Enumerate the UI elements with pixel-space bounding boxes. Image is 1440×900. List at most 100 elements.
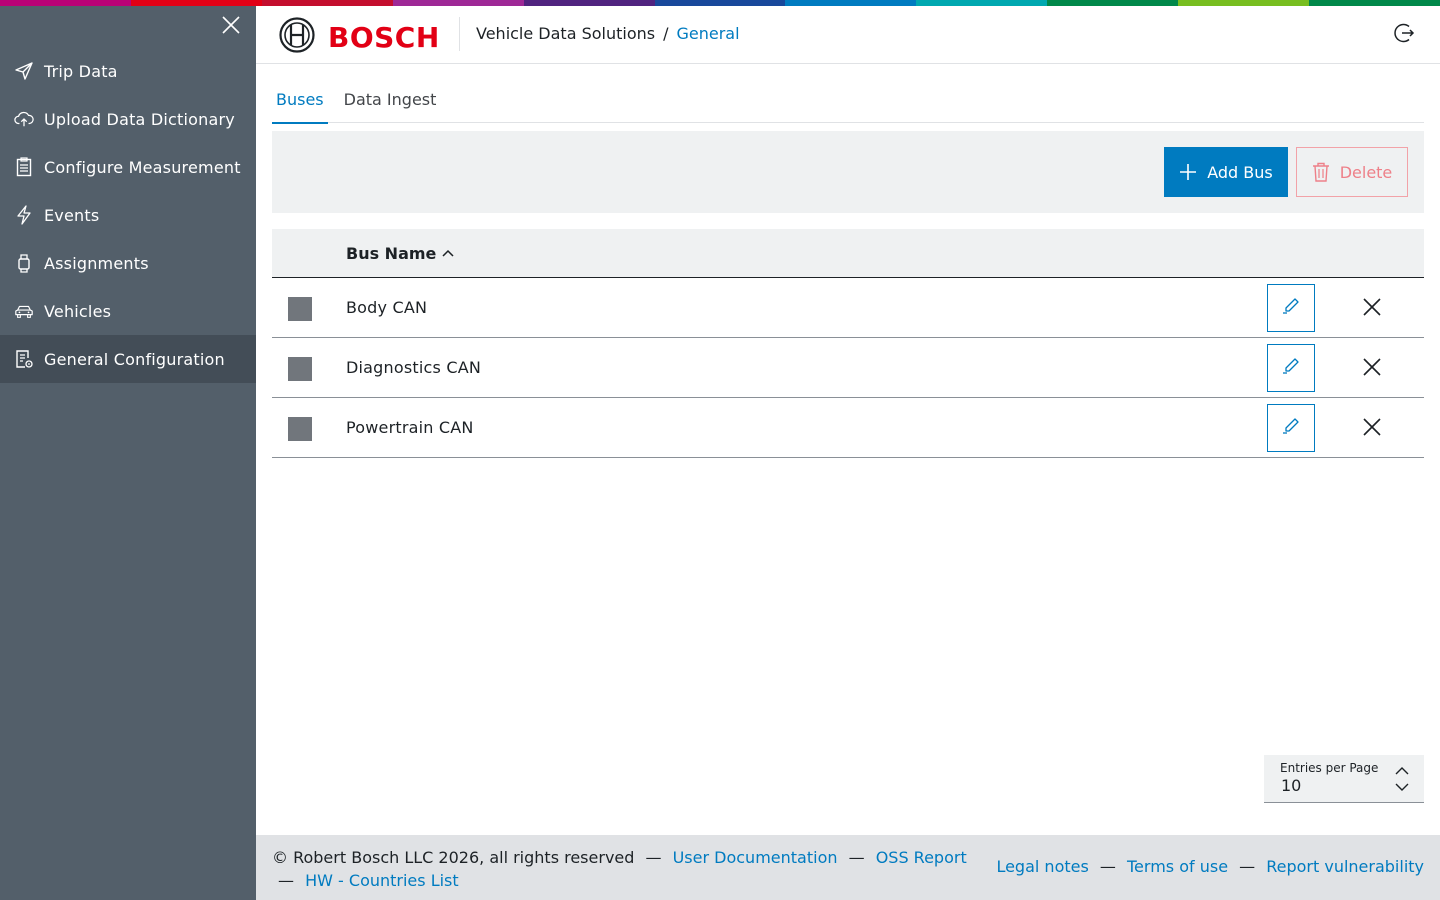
color-strip-segment [1309, 0, 1440, 6]
remove-row-button[interactable] [1348, 404, 1396, 452]
sort-ascending-icon [442, 249, 454, 257]
close-icon [1363, 357, 1381, 379]
sidebar-item-label: Upload Data Dictionary [44, 109, 235, 129]
entries-per-page-select[interactable]: Entries per Page 10 [1264, 755, 1424, 803]
color-strip-segment [1178, 0, 1310, 6]
footer-separator: — [848, 848, 865, 867]
sidebar-item-events[interactable]: Events [0, 191, 256, 239]
color-strip-segment [261, 0, 393, 6]
add-bus-button[interactable]: Add Bus [1164, 147, 1288, 197]
delete-button[interactable]: Delete [1296, 147, 1408, 197]
breadcrumb: Vehicle Data Solutions / General [476, 24, 740, 43]
row-checkbox[interactable] [288, 297, 312, 321]
tab-bar: Buses Data Ingest [272, 80, 1424, 124]
bosch-logo[interactable]: BOSCH [279, 17, 440, 57]
color-strip-segment [130, 0, 262, 6]
edit-button[interactable] [1267, 344, 1315, 392]
report-vulnerability-link[interactable]: Report vulnerability [1266, 857, 1424, 876]
pencil-icon [1282, 417, 1300, 439]
pencil-icon [1282, 357, 1300, 379]
legal-notes-link[interactable]: Legal notes [996, 857, 1088, 876]
bus-table: Bus Name Body CAN Diagnostics CAN Powert… [272, 229, 1424, 458]
edit-button[interactable] [1267, 404, 1315, 452]
bus-name-cell: Body CAN [346, 298, 428, 317]
document-settings-icon [14, 349, 34, 369]
brand-color-strip [0, 0, 1440, 6]
sidebar-item-configure-measurement[interactable]: Configure Measurement [0, 143, 256, 191]
color-strip-segment [1047, 0, 1179, 6]
table-header: Bus Name [272, 229, 1424, 278]
close-icon [1363, 417, 1381, 439]
tab-data-ingest[interactable]: Data Ingest [340, 80, 441, 123]
table-toolbar: Add Bus Delete [272, 131, 1424, 213]
terms-of-use-link[interactable]: Terms of use [1127, 857, 1228, 876]
sidebar-item-assignments[interactable]: Assignments [0, 239, 256, 287]
trash-icon [1312, 162, 1330, 182]
color-strip-segment [654, 0, 786, 6]
footer-right: Legal notes — Terms of use — Report vuln… [996, 857, 1424, 876]
breadcrumb-app[interactable]: Vehicle Data Solutions [476, 24, 655, 43]
color-strip-segment [523, 0, 655, 6]
breadcrumb-separator: / [663, 24, 669, 43]
logo-wordmark: BOSCH [328, 20, 440, 54]
column-header-label: Bus Name [346, 243, 437, 263]
sidebar-item-label: Assignments [44, 253, 149, 273]
sidebar-item-label: Trip Data [44, 61, 118, 81]
up-down-chevron-icon [1394, 766, 1410, 792]
logout-icon[interactable] [1392, 21, 1416, 45]
car-icon [14, 301, 34, 321]
color-strip-segment [392, 0, 524, 6]
sidebar-nav: Trip Data Upload Data Dictionary Configu… [0, 47, 256, 383]
sidebar-item-label: Configure Measurement [44, 157, 241, 177]
sidebar-item-trip-data[interactable]: Trip Data [0, 47, 256, 95]
footer-separator: — [1099, 857, 1116, 876]
user-documentation-link[interactable]: User Documentation [673, 848, 838, 867]
hw-countries-list-link[interactable]: HW - Countries List [305, 871, 459, 890]
breadcrumb-current[interactable]: General [677, 24, 740, 43]
clipboard-list-icon [14, 157, 34, 177]
sidebar: Trip Data Upload Data Dictionary Configu… [0, 6, 256, 900]
remove-row-button[interactable] [1348, 284, 1396, 332]
app-header: BOSCH Vehicle Data Solutions / General [256, 6, 1440, 64]
table-row: Diagnostics CAN [272, 338, 1424, 398]
send-icon [14, 61, 34, 81]
table-row: Powertrain CAN [272, 398, 1424, 458]
sidebar-item-label: General Configuration [44, 349, 225, 369]
sidebar-item-label: Events [44, 205, 100, 225]
page-footer: © Robert Bosch LLC 2026, all rights rese… [256, 835, 1440, 900]
color-strip-segment [916, 0, 1048, 6]
sidebar-item-general-configuration[interactable]: General Configuration [0, 335, 256, 383]
sidebar-item-upload-data-dictionary[interactable]: Upload Data Dictionary [0, 95, 256, 143]
tab-buses[interactable]: Buses [272, 80, 328, 124]
footer-separator: — [645, 848, 662, 867]
pencil-icon [1282, 297, 1300, 319]
cloud-upload-icon [14, 109, 34, 129]
color-strip-segment [0, 0, 131, 6]
delete-label: Delete [1339, 162, 1393, 182]
remove-row-button[interactable] [1348, 344, 1396, 392]
edit-button[interactable] [1267, 284, 1315, 332]
footer-left: © Robert Bosch LLC 2026, all rights rese… [272, 846, 967, 892]
entries-per-page-value: 10 [1281, 776, 1302, 795]
bosch-armature-icon [279, 17, 315, 57]
entries-per-page-label: Entries per Page [1280, 761, 1379, 775]
close-icon [1363, 297, 1381, 319]
close-icon[interactable] [220, 14, 242, 36]
plus-icon [1179, 163, 1197, 181]
add-bus-label: Add Bus [1207, 162, 1273, 182]
table-row: Body CAN [272, 278, 1424, 338]
row-checkbox[interactable] [288, 357, 312, 381]
sidebar-item-vehicles[interactable]: Vehicles [0, 287, 256, 335]
lightning-icon [14, 205, 34, 225]
watch-icon [14, 253, 34, 273]
bus-name-cell: Powertrain CAN [346, 418, 474, 437]
footer-separator: — [278, 871, 294, 890]
header-divider [459, 17, 460, 51]
column-header-bus-name[interactable]: Bus Name [346, 244, 454, 263]
oss-report-link[interactable]: OSS Report [876, 848, 967, 867]
bus-name-cell: Diagnostics CAN [346, 358, 482, 377]
sidebar-item-label: Vehicles [44, 301, 112, 321]
row-checkbox[interactable] [288, 417, 312, 441]
color-strip-segment [785, 0, 917, 6]
footer-separator: — [1239, 857, 1256, 876]
